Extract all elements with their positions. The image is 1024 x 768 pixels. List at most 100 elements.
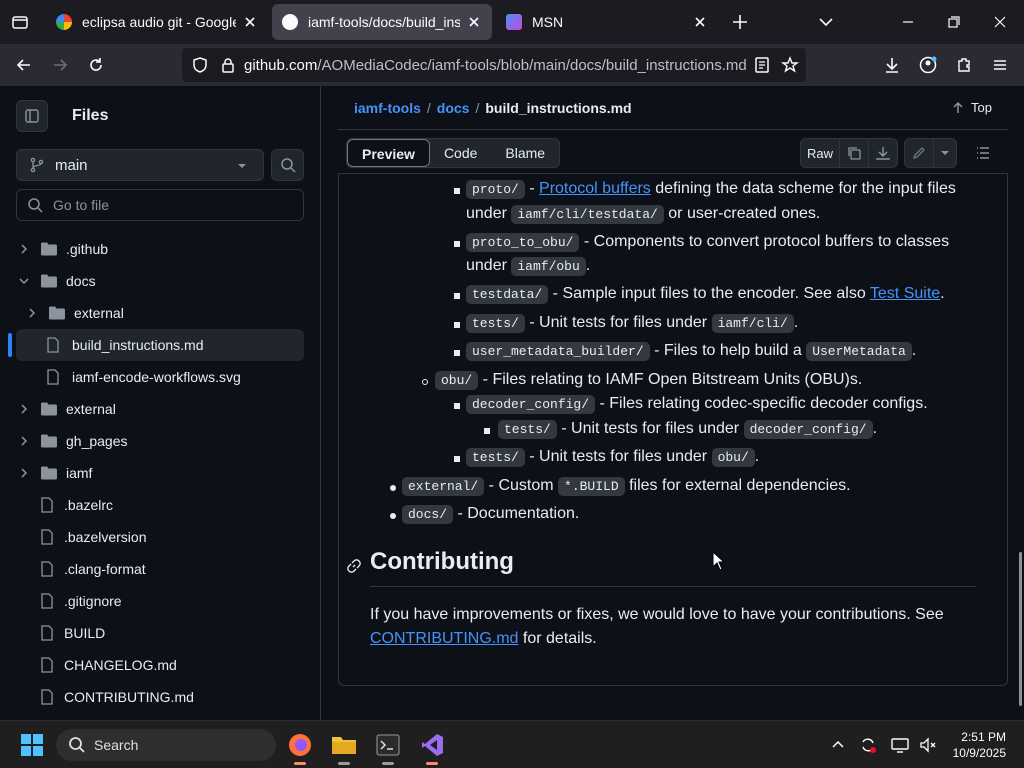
new-tab-icon[interactable] xyxy=(730,12,750,32)
downloads-icon[interactable] xyxy=(882,55,902,75)
url-text[interactable]: github.com/AOMediaCodec/iamf-tools/blob/… xyxy=(244,57,747,74)
go-to-file-input[interactable] xyxy=(53,197,283,213)
shield-icon[interactable] xyxy=(190,55,210,75)
url-bar[interactable]: github.com/AOMediaCodec/iamf-tools/blob/… xyxy=(182,48,806,82)
close-tab-icon[interactable] xyxy=(466,14,482,30)
file-icon xyxy=(41,497,53,513)
inline-code: obu/ xyxy=(435,371,479,390)
raw-button[interactable]: Raw xyxy=(800,138,840,168)
close-tab-icon[interactable] xyxy=(692,14,708,30)
file-icon xyxy=(41,561,53,577)
tree-item-github-folder[interactable]: .github xyxy=(18,233,108,265)
tree-item-docs-folder[interactable]: docs xyxy=(18,265,96,297)
tree-item-build-instructions-selected[interactable]: build_instructions.md xyxy=(8,329,304,361)
scrollbar-thumb[interactable] xyxy=(1019,552,1022,706)
tree-item-bazelversion[interactable]: .bazelversion xyxy=(40,521,147,553)
test-suite-link[interactable]: Test Suite xyxy=(870,285,940,302)
back-icon[interactable] xyxy=(14,55,34,75)
windows-taskbar: Search 2:51 PM 10/9/2025 xyxy=(0,720,1024,768)
edit-options-button[interactable] xyxy=(933,138,957,168)
tree-item-workflows-svg[interactable]: iamf-encode-workflows.svg xyxy=(46,361,241,393)
copy-raw-button[interactable] xyxy=(839,138,869,168)
tab-google-search[interactable]: eclipsa audio git - Google Searc xyxy=(46,4,268,40)
branch-name: main xyxy=(55,156,88,174)
go-to-file-field[interactable] xyxy=(16,189,304,221)
anchor-link-icon[interactable] xyxy=(346,558,362,574)
download-raw-button[interactable] xyxy=(868,138,898,168)
search-files-button[interactable] xyxy=(271,149,304,181)
copy-icon xyxy=(848,147,861,160)
restore-icon[interactable] xyxy=(944,12,964,32)
search-icon xyxy=(280,158,296,173)
edit-file-button[interactable] xyxy=(904,138,934,168)
branch-selector[interactable]: main xyxy=(16,149,264,181)
tree-item-clang-format[interactable]: .clang-format xyxy=(40,553,146,585)
bookmark-star-icon[interactable] xyxy=(780,55,800,75)
tree-item-docs-external-folder[interactable]: external xyxy=(26,297,124,329)
tab-msn[interactable]: MSN xyxy=(496,4,718,40)
start-button[interactable] xyxy=(14,727,50,763)
lock-icon[interactable] xyxy=(218,55,238,75)
tab-blame[interactable]: Blame xyxy=(491,139,559,167)
file-icon xyxy=(41,529,53,545)
list-item-external: external/ - Custom *.BUILD files for ext… xyxy=(402,474,851,499)
reader-view-icon[interactable] xyxy=(752,55,772,75)
account-icon[interactable] xyxy=(918,55,938,75)
tree-item-build[interactable]: BUILD xyxy=(40,617,105,649)
taskbar-visual-studio[interactable] xyxy=(414,727,450,765)
outline-button[interactable] xyxy=(968,138,998,168)
tab-code[interactable]: Code xyxy=(430,139,491,167)
tree-item-gitignore[interactable]: .gitignore xyxy=(40,585,122,617)
show-hidden-icons-icon[interactable] xyxy=(828,735,848,755)
back-to-top-button[interactable]: Top xyxy=(951,100,992,115)
file-icon xyxy=(41,657,53,673)
tree-item-changelog[interactable]: CHANGELOG.md xyxy=(40,649,177,681)
contributing-md-link[interactable]: CONTRIBUTING.md xyxy=(370,630,518,647)
inline-code: proto/ xyxy=(466,180,525,199)
inline-code: tests/ xyxy=(498,420,557,439)
taskbar-file-explorer[interactable] xyxy=(326,727,362,765)
inline-code: UserMetadata xyxy=(806,342,912,361)
tree-item-external-folder[interactable]: external xyxy=(18,393,116,425)
breadcrumb-repo-link[interactable]: iamf-tools xyxy=(354,100,421,116)
taskbar-firefox[interactable] xyxy=(282,727,318,765)
chevron-right-icon[interactable] xyxy=(18,403,30,415)
folder-icon xyxy=(41,402,57,416)
taskbar-search[interactable]: Search xyxy=(56,729,276,761)
sync-icon[interactable] xyxy=(858,735,878,755)
list-item-text: or user-created ones. xyxy=(668,205,821,222)
tree-item-label: .clang-format xyxy=(64,561,146,577)
page-scrollbar[interactable] xyxy=(1018,86,1024,720)
chevron-right-icon[interactable] xyxy=(18,467,30,479)
reload-icon[interactable] xyxy=(86,55,106,75)
breadcrumb-docs-link[interactable]: docs xyxy=(437,100,470,116)
tab-manager-icon[interactable] xyxy=(10,12,30,32)
network-icon[interactable] xyxy=(890,735,910,755)
list-bullet xyxy=(454,322,460,328)
taskbar-clock[interactable]: 2:51 PM 10/9/2025 xyxy=(953,729,1006,761)
extensions-icon[interactable] xyxy=(954,55,974,75)
tree-item-contributing[interactable]: CONTRIBUTING.md xyxy=(40,681,194,713)
minimize-icon[interactable] xyxy=(898,12,918,32)
close-tab-icon[interactable] xyxy=(242,14,258,30)
inline-code: docs/ xyxy=(402,505,454,524)
list-all-tabs-icon[interactable] xyxy=(816,12,836,32)
taskbar-terminal[interactable] xyxy=(370,727,406,765)
chevron-right-icon[interactable] xyxy=(18,243,30,255)
tab-github-active[interactable]: iamf-tools/docs/build_instructio xyxy=(272,4,492,40)
tree-item-gh-pages-folder[interactable]: gh_pages xyxy=(18,425,128,457)
protocol-buffers-link[interactable]: Protocol buffers xyxy=(539,180,651,197)
volume-muted-icon[interactable] xyxy=(918,735,938,755)
chevron-down-icon[interactable] xyxy=(18,275,30,287)
close-window-icon[interactable] xyxy=(990,12,1010,32)
chevron-right-icon[interactable] xyxy=(26,307,38,319)
tree-item-label: external xyxy=(74,305,124,321)
tree-item-bazelrc[interactable]: .bazelrc xyxy=(40,489,113,521)
tree-item-iamf-folder[interactable]: iamf xyxy=(18,457,92,489)
taskbar-search-label: Search xyxy=(94,737,139,753)
menu-icon[interactable] xyxy=(990,55,1010,75)
forward-icon[interactable] xyxy=(50,55,70,75)
tab-preview[interactable]: Preview xyxy=(347,139,430,167)
chevron-right-icon[interactable] xyxy=(18,435,30,447)
collapse-sidebar-button[interactable] xyxy=(16,100,48,132)
